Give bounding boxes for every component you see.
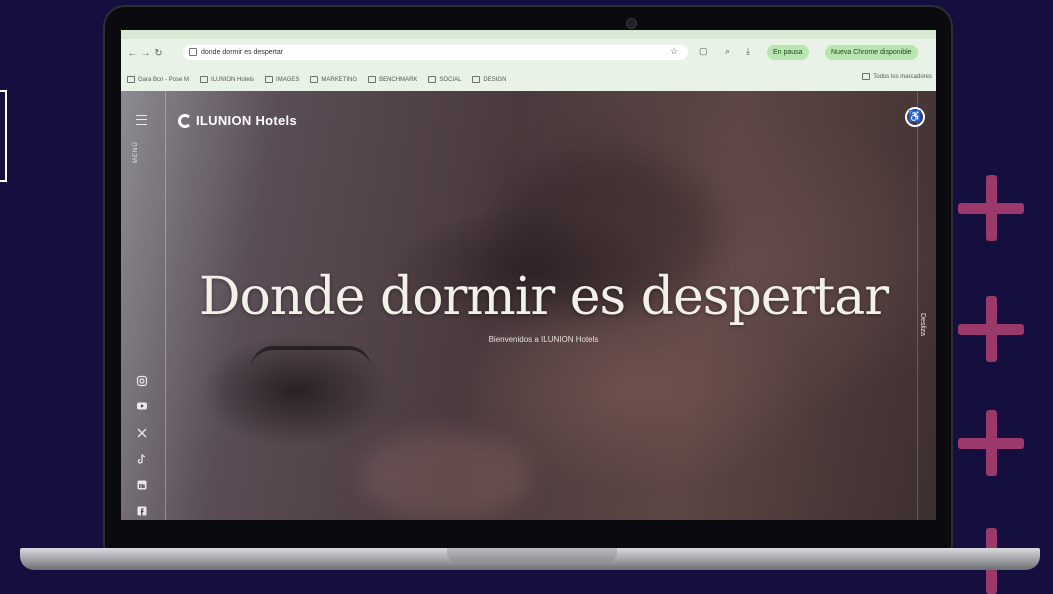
back-icon[interactable]: ← bbox=[126, 48, 139, 59]
hero-subtitle: Bienvenidos a ILUNION Hotels bbox=[488, 335, 599, 344]
decorative-frame bbox=[0, 90, 7, 182]
camera-icon bbox=[626, 18, 637, 29]
update-chrome-chip[interactable]: Nueva Chrome disponible bbox=[825, 45, 918, 60]
bookmark-item[interactable]: DESIGN bbox=[472, 76, 506, 84]
tiktok-icon[interactable] bbox=[136, 453, 148, 465]
forward-icon[interactable]: → bbox=[139, 48, 152, 59]
bookmark-item[interactable]: IMAGES bbox=[265, 76, 299, 84]
ilunion-logo-icon bbox=[178, 113, 192, 128]
lock-icon bbox=[189, 48, 197, 56]
zoom-icon[interactable]: ⌕ bbox=[725, 46, 730, 57]
hero-title: Donde dormir es despertar bbox=[198, 267, 889, 327]
scroll-prompt[interactable]: Desliza bbox=[919, 313, 926, 336]
all-bookmarks-link[interactable]: Todos los marcadores bbox=[862, 73, 932, 80]
accessibility-icon[interactable]: ♿ bbox=[905, 107, 925, 127]
folder-icon bbox=[428, 76, 437, 84]
address-bar[interactable]: donde dormir es despertar bbox=[183, 45, 688, 60]
hero-photo-highlight bbox=[361, 431, 531, 520]
bookmark-star-icon[interactable]: ☆ bbox=[670, 46, 678, 57]
plus-decoration bbox=[958, 175, 1024, 241]
plus-decoration bbox=[958, 410, 1024, 476]
bookmark-item[interactable]: ILUNION Hotels bbox=[200, 76, 254, 84]
download-icon[interactable]: ⤓ bbox=[746, 46, 750, 57]
bookmark-item[interactable]: SOCIAL bbox=[428, 76, 461, 84]
bookmarks-bar: Gara Bcn - Pose M ILUNION Hotels IMAGES … bbox=[127, 73, 936, 87]
laptop-notch bbox=[447, 548, 617, 562]
extensions-icon[interactable]: ▢ bbox=[699, 46, 708, 57]
bookmark-item[interactable]: BENCHMARK bbox=[368, 76, 417, 84]
folder-icon bbox=[368, 76, 377, 84]
menu-label[interactable]: MENÚ bbox=[133, 141, 139, 163]
instagram-icon[interactable] bbox=[136, 375, 148, 387]
url-text: donde dormir es despertar bbox=[201, 49, 284, 56]
x-icon[interactable] bbox=[136, 427, 148, 439]
plus-decoration bbox=[958, 296, 1024, 362]
linkedin-icon[interactable] bbox=[136, 479, 148, 491]
folder-icon bbox=[310, 76, 319, 84]
youtube-icon[interactable] bbox=[136, 400, 148, 412]
laptop-screen: ← → ↻ donde dormir es despertar ☆ ▢ ⌕ ⤓ … bbox=[121, 30, 936, 520]
folder-icon bbox=[127, 76, 135, 84]
hero-section: MENÚ ILUNION Hotels ♿ Donde dormir es de… bbox=[121, 91, 936, 520]
folder-icon bbox=[265, 76, 274, 84]
logo-text: ILUNION Hotels bbox=[196, 113, 297, 128]
site-logo[interactable]: ILUNION Hotels bbox=[178, 113, 297, 128]
address-row: ← → ↻ donde dormir es despertar ☆ ▢ ⌕ ⤓ … bbox=[121, 42, 936, 64]
facebook-icon[interactable] bbox=[136, 505, 148, 517]
bookmark-item[interactable]: MARKETING bbox=[310, 76, 357, 84]
menu-icon[interactable] bbox=[136, 115, 147, 125]
bookmark-item[interactable]: Gara Bcn - Pose M bbox=[127, 76, 189, 84]
hero-photo-eye bbox=[251, 346, 371, 376]
folder-icon bbox=[200, 76, 209, 84]
folder-icon bbox=[472, 76, 481, 84]
browser-chrome: ← → ↻ donde dormir es despertar ☆ ▢ ⌕ ⤓ … bbox=[121, 30, 936, 91]
folder-icon bbox=[862, 73, 871, 80]
reload-icon[interactable]: ↻ bbox=[152, 48, 165, 59]
profile-paused-chip[interactable]: En pausa bbox=[767, 45, 809, 60]
tab-strip bbox=[121, 30, 936, 39]
